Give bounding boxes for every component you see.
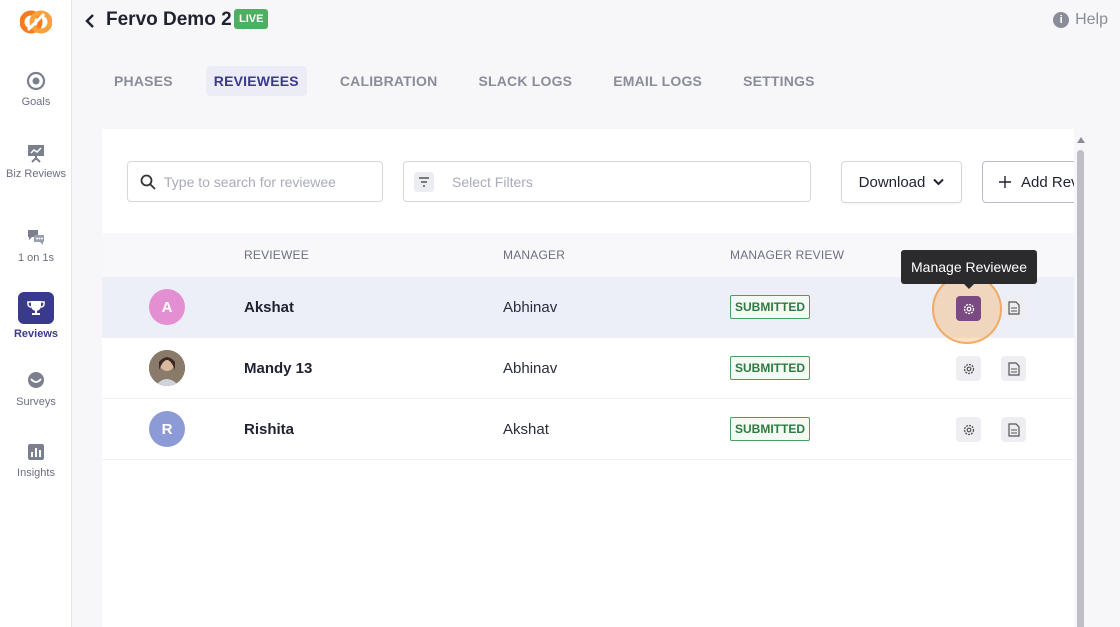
- avatar: [149, 350, 185, 386]
- chevron-down-icon: [933, 178, 945, 186]
- gear-icon: [963, 424, 974, 435]
- page-header: Fervo Demo 2 LIVE i Help: [72, 0, 1120, 44]
- survey-bubble-icon: [28, 372, 44, 388]
- chevron-left-icon: [85, 14, 94, 28]
- document-icon: [1007, 361, 1020, 376]
- sidebar-item-label: Surveys: [16, 396, 56, 408]
- scroll-thumb[interactable]: [1077, 150, 1084, 627]
- sidebar-active-indicator: [18, 292, 54, 324]
- sidebar-item-reviews[interactable]: Reviews: [0, 292, 72, 341]
- tab-calibration[interactable]: CALIBRATION: [332, 66, 446, 96]
- manager-name: Akshat: [503, 421, 549, 438]
- target-icon: [26, 71, 46, 91]
- tab-phases[interactable]: PHASES: [106, 66, 181, 96]
- page-title: Fervo Demo 2: [106, 9, 232, 30]
- status-badge: SUBMITTED: [730, 417, 810, 441]
- sidebar-item-label: Biz Reviews: [6, 168, 66, 180]
- plus-icon: [999, 176, 1011, 188]
- avatar: A: [149, 289, 185, 325]
- manager-name: Abhinav: [503, 299, 558, 316]
- sidebar-item-label: Insights: [17, 467, 55, 479]
- info-icon: i: [1053, 12, 1070, 28]
- table-row[interactable]: Mandy 13 Abhinav SUBMITTED: [102, 338, 1074, 399]
- sidebar-item-goals[interactable]: Goals: [0, 70, 72, 109]
- view-document-button[interactable]: [1001, 295, 1026, 320]
- manager-name: Abhinav: [503, 360, 558, 377]
- tab-email-logs[interactable]: EMAIL LOGS: [605, 66, 710, 96]
- document-icon: [1007, 422, 1020, 437]
- column-header-manager[interactable]: MANAGER: [503, 248, 565, 262]
- reviewee-name: Rishita: [244, 421, 295, 438]
- help-label: Help: [1075, 11, 1108, 28]
- sidebar-item-1-on-1s[interactable]: 1 on 1s: [0, 226, 72, 265]
- gear-icon: [963, 363, 974, 374]
- tooltip: Manage Reviewee: [901, 250, 1037, 289]
- status-badge: LIVE: [234, 9, 269, 29]
- help-button[interactable]: i Help: [1053, 11, 1108, 29]
- download-button[interactable]: Download: [841, 161, 962, 203]
- tab-reviewees[interactable]: REVIEWEES: [205, 66, 307, 96]
- add-reviewee-button[interactable]: Add Reviewee: [982, 161, 1074, 203]
- bar-chart-icon: [28, 444, 44, 460]
- profile-photo-icon: [149, 350, 185, 386]
- filter-icon: [414, 171, 434, 192]
- sidebar: Goals Biz Reviews 1 on 1s Reviews Survey…: [0, 0, 72, 627]
- search-icon: [140, 174, 156, 190]
- table-row[interactable]: R Rishita Akshat SUBMITTED: [102, 399, 1074, 460]
- reviewees-panel: Download Add Reviewee REVIEWEE MANAGER M…: [102, 129, 1074, 627]
- status-badge: SUBMITTED: [730, 295, 810, 319]
- tab-settings[interactable]: SETTINGS: [735, 66, 823, 96]
- reviewee-name: Mandy 13: [244, 360, 313, 377]
- table-row[interactable]: A Akshat Abhinav SUBMITTED: [102, 277, 1074, 338]
- column-header-reviewee[interactable]: REVIEWEE: [244, 248, 309, 262]
- search-input[interactable]: [164, 173, 364, 190]
- status-badge: SUBMITTED: [730, 356, 810, 380]
- manage-reviewee-button[interactable]: [956, 417, 981, 442]
- add-button-clip: Add Reviewee: [982, 161, 1074, 203]
- column-header-manager-review[interactable]: MANAGER REVIEW: [730, 248, 844, 262]
- sidebar-item-surveys[interactable]: Surveys: [0, 370, 72, 409]
- manage-reviewee-button[interactable]: [956, 296, 981, 321]
- trophy-icon: [27, 301, 45, 315]
- sidebar-item-label: 1 on 1s: [17, 252, 55, 264]
- presentation-icon: [28, 145, 44, 163]
- reviewee-name: Akshat: [244, 299, 295, 316]
- sidebar-item-insights[interactable]: Insights: [0, 441, 72, 480]
- filter-input[interactable]: [452, 173, 652, 190]
- chat-bubbles-icon: [28, 230, 44, 245]
- add-reviewee-label: Add Reviewee: [1021, 173, 1074, 191]
- sidebar-item-label: Goals: [21, 96, 51, 108]
- filter-select[interactable]: [403, 161, 811, 202]
- gear-icon: [963, 303, 974, 314]
- sidebar-item-biz-reviews[interactable]: Biz Reviews: [0, 142, 72, 181]
- view-document-button[interactable]: [1001, 417, 1026, 442]
- tab-slack-logs[interactable]: SLACK LOGS: [470, 66, 580, 96]
- scroll-up-arrow-icon[interactable]: [1077, 137, 1085, 143]
- view-document-button[interactable]: [1001, 356, 1026, 381]
- manage-reviewee-button[interactable]: [956, 356, 981, 381]
- search-box[interactable]: [127, 161, 383, 202]
- sidebar-item-label: Reviews: [13, 328, 59, 340]
- back-button[interactable]: [78, 10, 102, 32]
- fervo-logo-icon[interactable]: [19, 8, 53, 36]
- avatar: R: [149, 411, 185, 447]
- document-icon: [1007, 300, 1020, 315]
- tab-bar: PHASES REVIEWEES CALIBRATION SLACK LOGS …: [106, 66, 848, 96]
- download-label: Download: [858, 173, 926, 191]
- scrollbar[interactable]: [1076, 137, 1086, 627]
